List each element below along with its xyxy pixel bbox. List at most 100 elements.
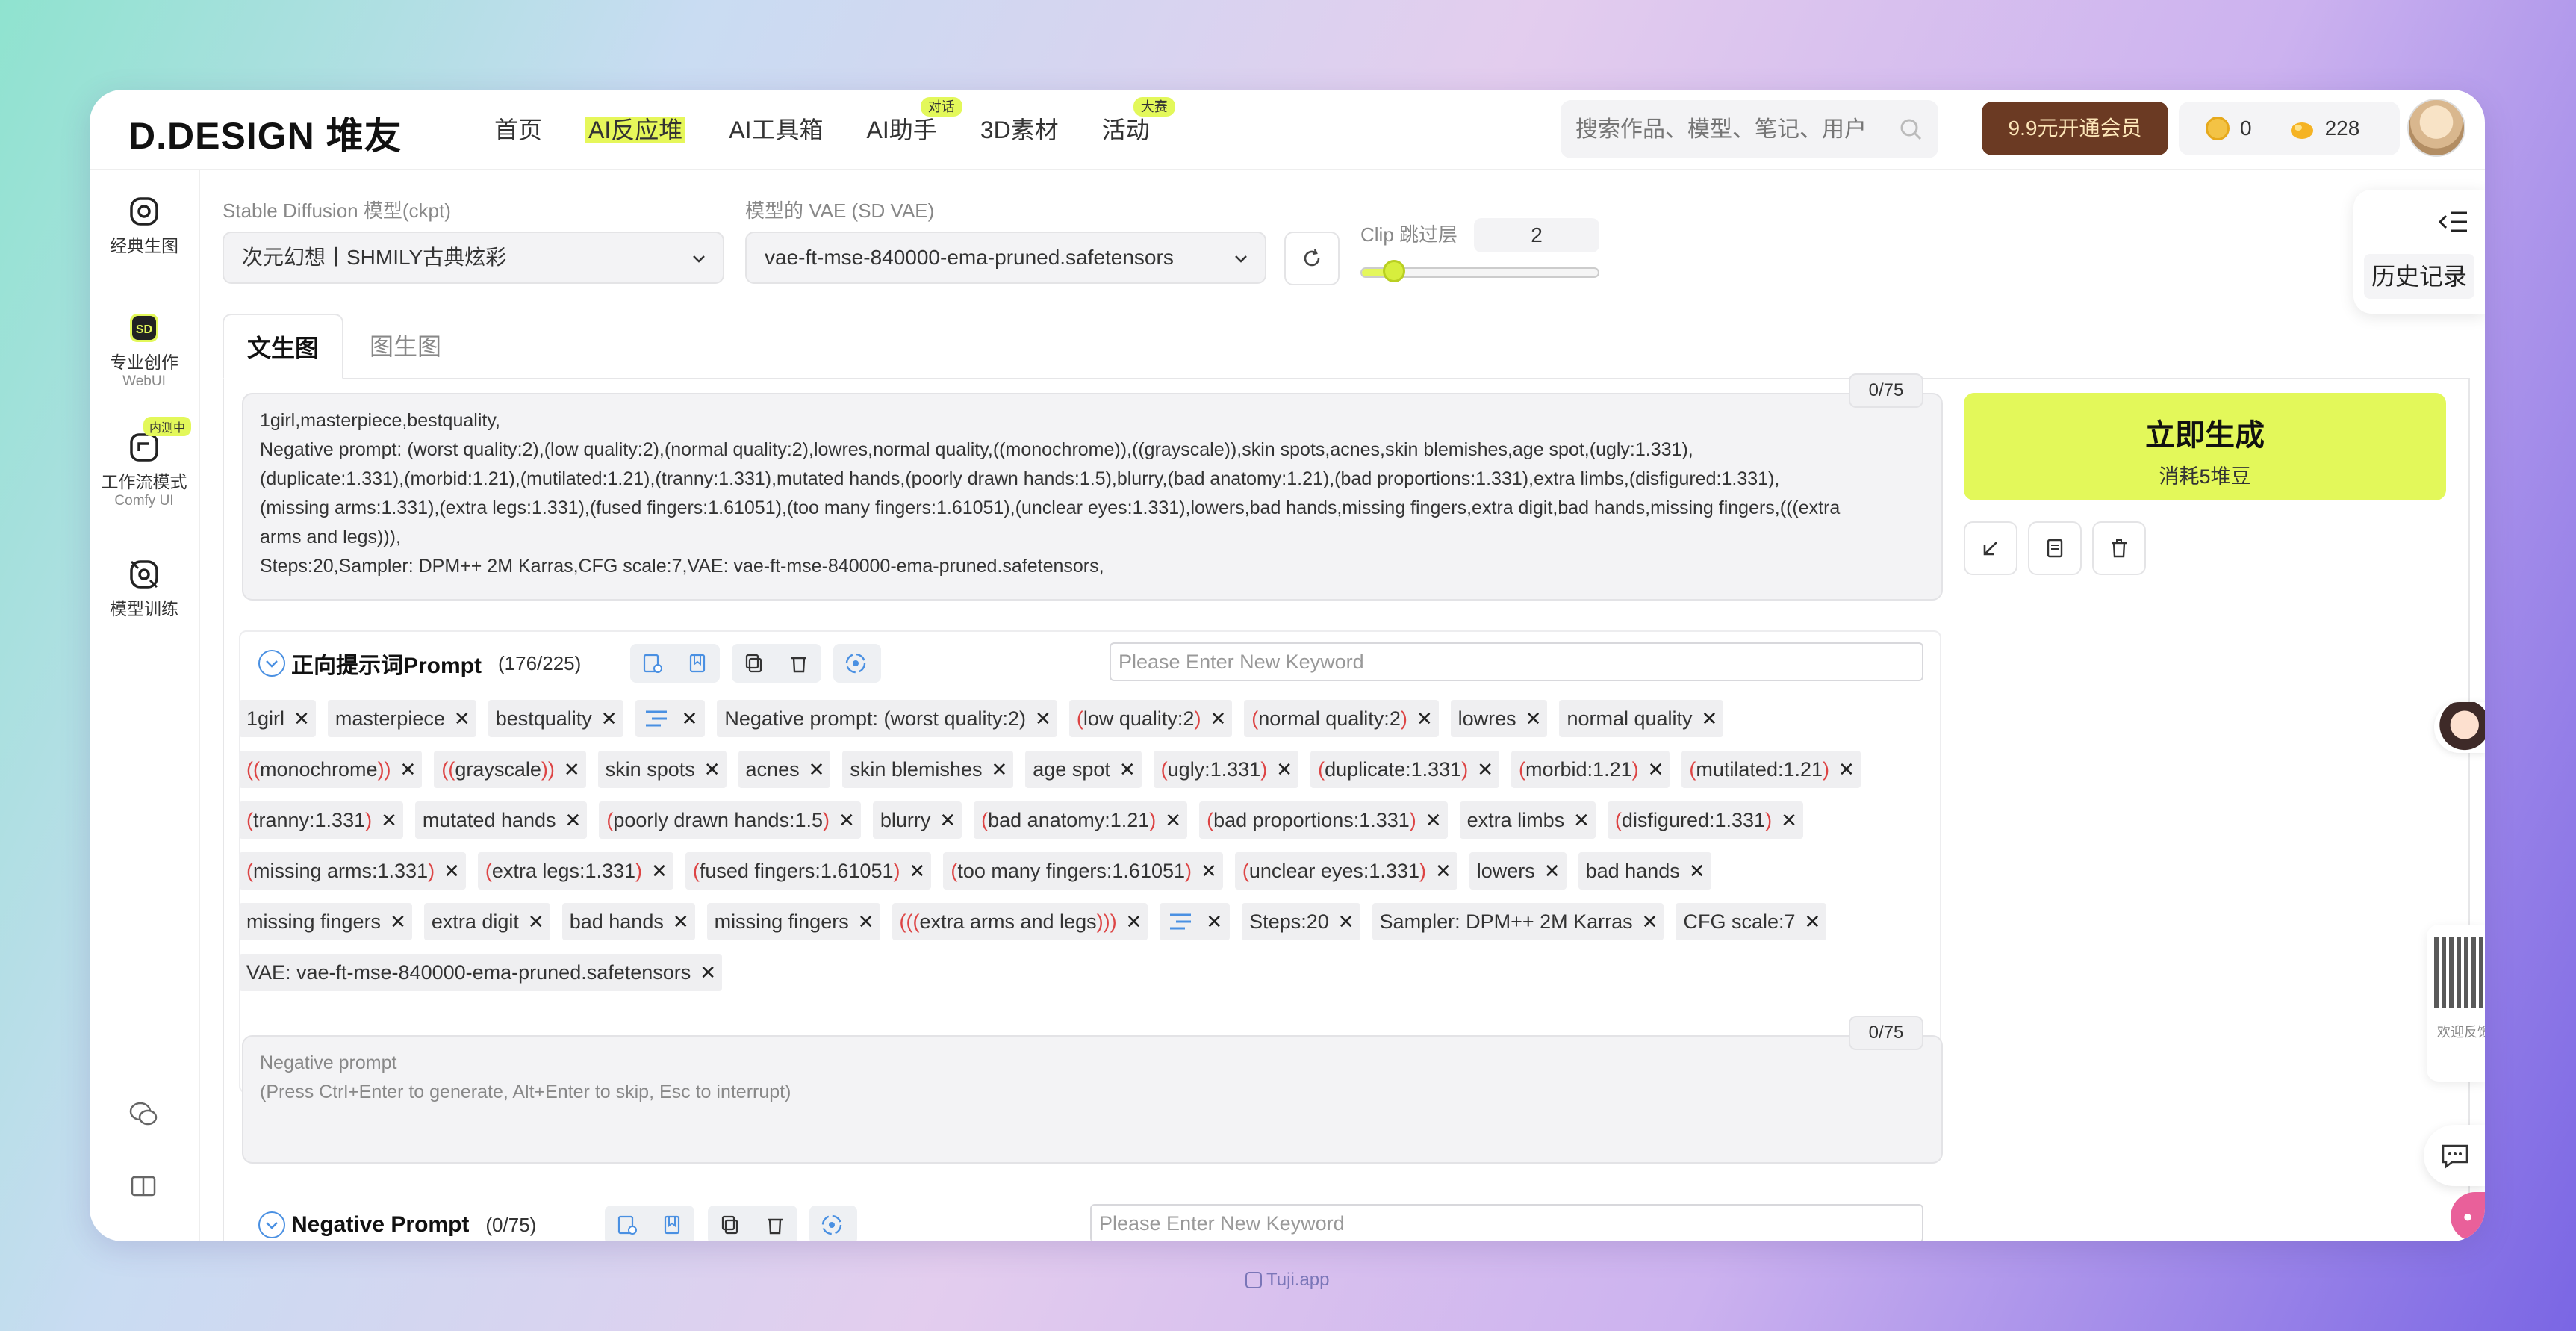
remove-tag-icon[interactable]: ✕	[1210, 707, 1226, 730]
prompt-tag[interactable]: (normal quality:2) ✕	[1244, 700, 1439, 737]
prompt-tag[interactable]: extra digit ✕	[423, 903, 550, 940]
prompt-history-icon[interactable]	[630, 644, 675, 683]
sidebar-item-webui[interactable]: SD 专业创作 WebUI	[90, 312, 199, 390]
remove-tag-icon[interactable]: ✕	[400, 758, 417, 781]
prompt-tag[interactable]: age spot ✕	[1025, 751, 1142, 788]
prompt-tag[interactable]: mutated hands ✕	[414, 801, 588, 839]
feedback-qr-panel[interactable]: 欢迎反馈	[2427, 925, 2485, 1082]
remove-tag-icon[interactable]: ✕	[1702, 707, 1718, 730]
remove-tag-icon[interactable]: ✕	[444, 860, 460, 883]
prompt-tag[interactable]: missing fingers ✕	[239, 903, 412, 940]
prompt-tag[interactable]: masterpiece ✕	[327, 700, 476, 737]
prompt-tag[interactable]: bad hands ✕	[1578, 852, 1711, 890]
remove-tag-icon[interactable]: ✕	[939, 809, 956, 832]
prompt-tag[interactable]: ((grayscale)) ✕	[434, 751, 586, 788]
remove-tag-icon[interactable]: ✕	[839, 809, 855, 832]
remove-tag-icon[interactable]: ✕	[1642, 910, 1658, 934]
prompt-tag[interactable]: (mutilated:1.21) ✕	[1681, 751, 1861, 788]
nav-ai-reactor[interactable]: AI反应堆	[585, 112, 686, 148]
remove-tag-icon[interactable]: ✕	[454, 707, 470, 730]
remove-tag-icon[interactable]: ✕	[1126, 910, 1142, 934]
nav-events[interactable]: 活动 大赛	[1102, 97, 1175, 148]
chat-button[interactable]	[2424, 1125, 2485, 1186]
remove-tag-icon[interactable]: ✕	[909, 860, 926, 883]
copy-icon[interactable]	[732, 644, 777, 683]
remove-tag-icon[interactable]: ✕	[1477, 758, 1493, 781]
remove-tag-icon[interactable]: ✕	[564, 758, 580, 781]
translate-icon[interactable]	[833, 644, 878, 683]
prompt-tag[interactable]: (fused fingers:1.61051) ✕	[685, 852, 932, 890]
generate-button[interactable]: 立即生成 消耗5堆豆	[1964, 393, 2446, 500]
negative-keyword-input[interactable]: Please Enter New Keyword	[1090, 1204, 1923, 1241]
vip-membership-button[interactable]: 9.9元开通会员	[1982, 102, 2168, 155]
prompt-tag[interactable]: (disfigured:1.331) ✕	[1607, 801, 1803, 839]
site-logo[interactable]: D.DESIGN 堆友	[128, 106, 402, 160]
prompt-tag[interactable]: bestquality ✕	[488, 700, 623, 737]
prompt-tag[interactable]: normal quality ✕	[1559, 700, 1724, 737]
remove-tag-icon[interactable]: ✕	[1276, 758, 1292, 781]
prompt-tag[interactable]: (too many fingers:1.61051) ✕	[943, 852, 1223, 890]
remove-tag-icon[interactable]: ✕	[1416, 707, 1433, 730]
refresh-button[interactable]	[1284, 232, 1340, 285]
prompt-tag[interactable]: (bad anatomy:1.21) ✕	[974, 801, 1188, 839]
remove-tag-icon[interactable]: ✕	[1648, 758, 1664, 781]
remove-tag-icon[interactable]: ✕	[1206, 910, 1222, 934]
negative-prompt-textarea[interactable]: Negative prompt (Press Ctrl+Enter to gen…	[242, 1035, 1943, 1164]
read-params-button[interactable]	[1964, 521, 2017, 575]
remove-tag-icon[interactable]: ✕	[1805, 910, 1821, 934]
prompt-tag[interactable]: acnes ✕	[738, 751, 831, 788]
prompt-tag[interactable]: missing fingers ✕	[706, 903, 880, 940]
search-input[interactable]	[1561, 100, 1891, 160]
remove-tag-icon[interactable]: ✕	[858, 910, 874, 934]
collapse-menu-icon[interactable]	[2437, 209, 2468, 235]
styles-button[interactable]	[2028, 521, 2082, 575]
history-label[interactable]: 历史记录	[2364, 254, 2474, 299]
nav-3d-assets[interactable]: 3D素材	[980, 112, 1059, 148]
clip-skip-slider-handle[interactable]	[1383, 260, 1406, 282]
prompt-tag[interactable]: VAE: vae-ft-mse-840000-ema-pruned.safete…	[239, 954, 723, 991]
line-break-tag[interactable]: ✕	[1160, 903, 1231, 940]
prompt-tag[interactable]: lowers ✕	[1469, 852, 1567, 890]
nav-ai-assistant[interactable]: AI助手 对话	[867, 97, 962, 148]
remove-tag-icon[interactable]: ✕	[1838, 758, 1855, 781]
prompt-tag[interactable]: extra limbs ✕	[1459, 801, 1596, 839]
prompt-tag[interactable]: Steps:20 ✕	[1242, 903, 1360, 940]
tab-txt2img[interactable]: 文生图	[223, 314, 343, 379]
prompt-tag[interactable]: (poorly drawn hands:1.5) ✕	[599, 801, 861, 839]
tab-img2img[interactable]: 图生图	[345, 314, 466, 379]
clip-skip-slider[interactable]	[1360, 260, 1599, 282]
prompt-tag[interactable]: Sampler: DPM++ 2M Karras ✕	[1372, 903, 1664, 940]
search-icon[interactable]	[1900, 118, 1922, 140]
sidebar-item-classic[interactable]: 经典生图	[90, 196, 199, 257]
copy-icon[interactable]	[708, 1206, 753, 1241]
remove-tag-icon[interactable]: ✕	[565, 809, 582, 832]
remove-tag-icon[interactable]: ✕	[1689, 860, 1705, 883]
remove-tag-icon[interactable]: ✕	[293, 707, 310, 730]
nav-home[interactable]: 首页	[494, 112, 542, 148]
prompt-tag[interactable]: 1girl ✕	[239, 700, 316, 737]
user-avatar[interactable]	[2407, 99, 2465, 157]
prompt-tag[interactable]: skin spots ✕	[597, 751, 727, 788]
prompt-tag[interactable]: bad hands ✕	[561, 903, 695, 940]
prompt-tag[interactable]: (extra legs:1.331) ✕	[477, 852, 673, 890]
remove-tag-icon[interactable]: ✕	[601, 707, 617, 730]
prompt-tag[interactable]: (low quality:2) ✕	[1068, 700, 1233, 737]
prompt-tag[interactable]: ((monochrome)) ✕	[239, 751, 423, 788]
bookmark-icon[interactable]	[650, 1206, 694, 1241]
prompt-tag[interactable]: skin blemishes ✕	[842, 751, 1014, 788]
remove-tag-icon[interactable]: ✕	[673, 910, 689, 934]
remove-tag-icon[interactable]: ✕	[1525, 707, 1542, 730]
remove-tag-icon[interactable]: ✕	[1435, 860, 1452, 883]
remove-tag-icon[interactable]: ✕	[528, 910, 544, 934]
remove-tag-icon[interactable]: ✕	[390, 910, 406, 934]
remove-tag-icon[interactable]: ✕	[651, 860, 668, 883]
nav-ai-toolbox[interactable]: AI工具箱	[729, 112, 823, 148]
bookmark-icon[interactable]	[675, 644, 720, 683]
prompt-tag[interactable]: (morbid:1.21) ✕	[1511, 751, 1670, 788]
prompt-tag[interactable]: lowres ✕	[1450, 700, 1548, 737]
remove-tag-icon[interactable]: ✕	[381, 809, 397, 832]
prompt-history-icon[interactable]	[605, 1206, 650, 1241]
positive-keyword-input[interactable]: Please Enter New Keyword	[1110, 642, 1923, 681]
remove-tag-icon[interactable]: ✕	[1165, 809, 1181, 832]
remove-tag-icon[interactable]: ✕	[700, 961, 716, 984]
